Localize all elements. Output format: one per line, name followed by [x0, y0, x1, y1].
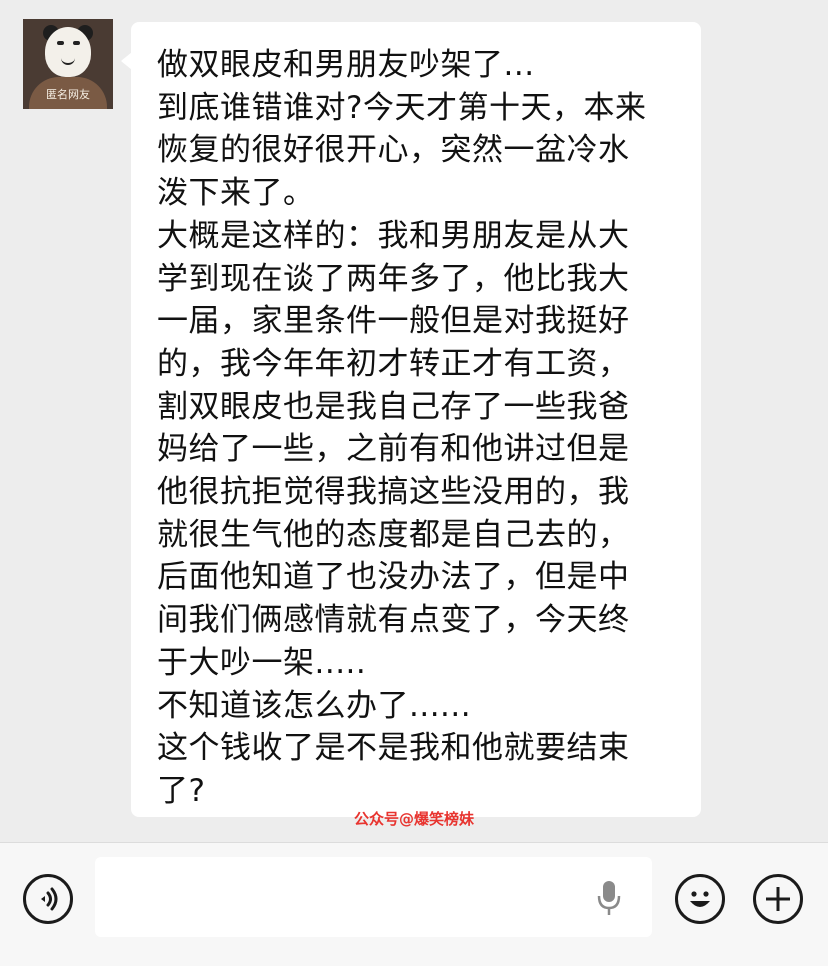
- message-line: 就很生气他的态度都是自己去的，: [157, 516, 630, 553]
- message-line: 后面他知道了也没办法了，但是中: [157, 559, 630, 596]
- avatar[interactable]: 匿名网友: [23, 19, 113, 109]
- more-button[interactable]: [753, 874, 803, 924]
- plus-icon: [766, 887, 790, 911]
- message-line: 做双眼皮和男朋友吵架了...: [157, 47, 535, 83]
- message-line: 割双眼皮也是我自己存了一些我爸: [157, 388, 630, 425]
- message-line: 他很抗拒觉得我搞这些没用的，我: [157, 474, 630, 511]
- watermark: 公众号@爆笑榜妹: [353, 810, 474, 828]
- message-input[interactable]: [95, 857, 652, 937]
- message-line: 到底谁错谁对?今天才第十天，本来: [157, 89, 647, 126]
- message-bubble[interactable]: 做双眼皮和男朋友吵架了... 到底谁错谁对?今天才第十天，本来 恢复的很好很开心…: [121, 22, 701, 817]
- avatar-eye-left: [57, 41, 64, 45]
- microphone-icon[interactable]: [596, 879, 622, 917]
- avatar-eye-right: [73, 41, 80, 45]
- message-line: 不知道该怎么办了......: [157, 687, 472, 724]
- message-line: 间我们俩感情就有点变了，今天终: [157, 602, 630, 639]
- message-line: 了?: [157, 772, 206, 809]
- input-bar: [0, 842, 828, 966]
- message-line: 泼下来了。: [157, 175, 315, 212]
- message-line: 于大吵一架.....: [157, 644, 367, 681]
- chat-area: 匿名网友 做双眼皮和男朋友吵架了... 到底谁错谁对?今天才第十天，本来 恢复的…: [0, 0, 828, 842]
- avatar-face: [45, 27, 91, 77]
- message-line: 妈给了一些，之前有和他讲过但是: [157, 431, 630, 468]
- avatar-label: 匿名网友: [46, 88, 90, 101]
- voice-icon: [41, 887, 58, 911]
- voice-button[interactable]: [23, 874, 73, 924]
- message-line: 一届，家里条件一般但是对我挺好: [157, 303, 630, 340]
- message-line: 学到现在谈了两年多了，他比我大: [157, 260, 630, 297]
- emoji-button[interactable]: [675, 874, 725, 924]
- message-line: 大概是这样的：我和男朋友是从大: [157, 217, 630, 254]
- message-line: 这个钱收了是不是我和他就要结束: [157, 730, 630, 767]
- message-line: 恢复的很好很开心，突然一盆冷水: [157, 132, 630, 169]
- emoji-icon: [690, 891, 710, 907]
- message-line: 的，我今年年初才转正才有工资，: [157, 345, 630, 382]
